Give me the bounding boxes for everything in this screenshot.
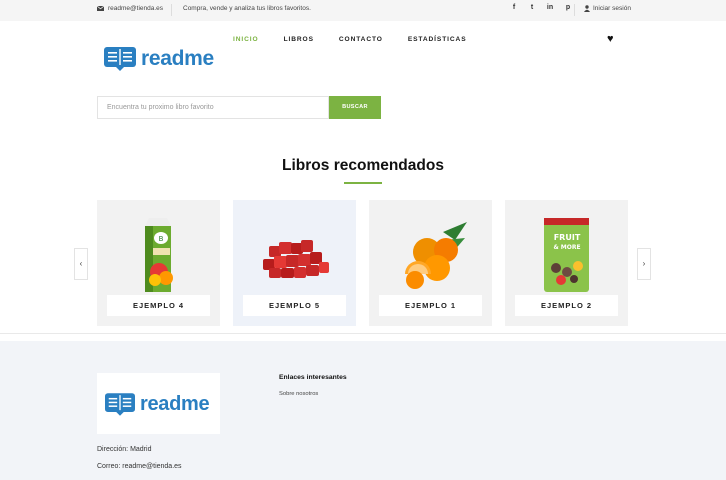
card-label: EJEMPLO 1 xyxy=(379,295,482,316)
product-card[interactable]: FRUIT & MORE EJEMPLO 2 xyxy=(505,200,628,326)
topbar-divider-2 xyxy=(574,4,575,16)
nav-item-contacto[interactable]: CONTACTO xyxy=(339,36,383,43)
heart-icon[interactable]: ♥ xyxy=(607,33,614,45)
logo-text: readme xyxy=(141,47,214,70)
carousel-prev-button[interactable]: ‹ xyxy=(74,248,88,280)
login-link[interactable]: Iniciar sesión xyxy=(584,5,631,12)
footer-divider xyxy=(0,333,726,334)
juice-carton-image: B xyxy=(145,218,173,292)
user-icon xyxy=(584,5,590,12)
title-underline xyxy=(344,182,382,184)
footer-logo[interactable]: readme xyxy=(105,393,210,416)
nav-item-libros[interactable]: LIBROS xyxy=(284,36,314,43)
book-logo-icon xyxy=(105,393,135,416)
topbar-email-text: readme@tienda.es xyxy=(108,5,164,12)
footer-logo-box: readme xyxy=(97,373,220,434)
topbar-divider xyxy=(171,4,172,16)
top-bar: readme@tienda.es Compra, vende y analiza… xyxy=(0,0,726,21)
topbar-tagline: Compra, vende y analiza tus libros favor… xyxy=(183,5,311,12)
footer-email: Correo: readme@tienda.es xyxy=(97,463,182,470)
product-card[interactable]: B EJEMPLO 4 xyxy=(97,200,220,326)
footer-links-heading: Enlaces interesantes xyxy=(279,374,347,381)
site-logo[interactable]: readme xyxy=(104,47,214,71)
pinterest-icon[interactable]: p xyxy=(564,4,572,11)
footer: readme Enlaces interesantes Sobre nosotr… xyxy=(0,341,726,480)
footer-address: Dirección: Madrid xyxy=(97,446,152,453)
fruit-snack-bag-image: FRUIT & MORE xyxy=(544,218,589,292)
product-card[interactable]: EJEMPLO 1 xyxy=(369,200,492,326)
footer-logo-text: readme xyxy=(140,393,210,415)
card-label: EJEMPLO 2 xyxy=(515,295,618,316)
nav-item-estadisticas[interactable]: ESTADÍSTICAS xyxy=(408,36,467,43)
svg-text:& MORE: & MORE xyxy=(553,244,580,251)
svg-text:FRUIT: FRUIT xyxy=(554,233,581,242)
main-nav: INICIO LIBROS CONTACTO ESTADÍSTICAS xyxy=(233,36,467,43)
topbar-email[interactable]: readme@tienda.es xyxy=(97,5,163,12)
twitter-icon[interactable]: t xyxy=(528,4,536,11)
raw-meat-image xyxy=(263,240,329,278)
search-input[interactable]: Encuentra tu proximo libro favorito xyxy=(97,96,329,119)
carousel-next-button[interactable]: › xyxy=(637,248,651,280)
svg-text:B: B xyxy=(159,235,164,243)
nav-item-inicio[interactable]: INICIO xyxy=(233,36,259,43)
oranges-image xyxy=(405,222,467,289)
card-label: EJEMPLO 4 xyxy=(107,295,210,316)
facebook-icon[interactable]: f xyxy=(510,4,518,11)
linkedin-icon[interactable]: in xyxy=(546,4,554,11)
section-title: Libros recomendados xyxy=(282,157,444,174)
product-card[interactable]: EJEMPLO 5 xyxy=(233,200,356,326)
book-logo-icon xyxy=(104,47,136,71)
social-links: f t in p xyxy=(510,4,572,11)
card-label: EJEMPLO 5 xyxy=(243,295,346,316)
login-label: Iniciar sesión xyxy=(593,5,631,12)
envelope-icon xyxy=(97,6,104,11)
footer-link-about[interactable]: Sobre nosotros xyxy=(279,391,318,397)
search-button[interactable]: BUSCAR xyxy=(329,96,381,119)
